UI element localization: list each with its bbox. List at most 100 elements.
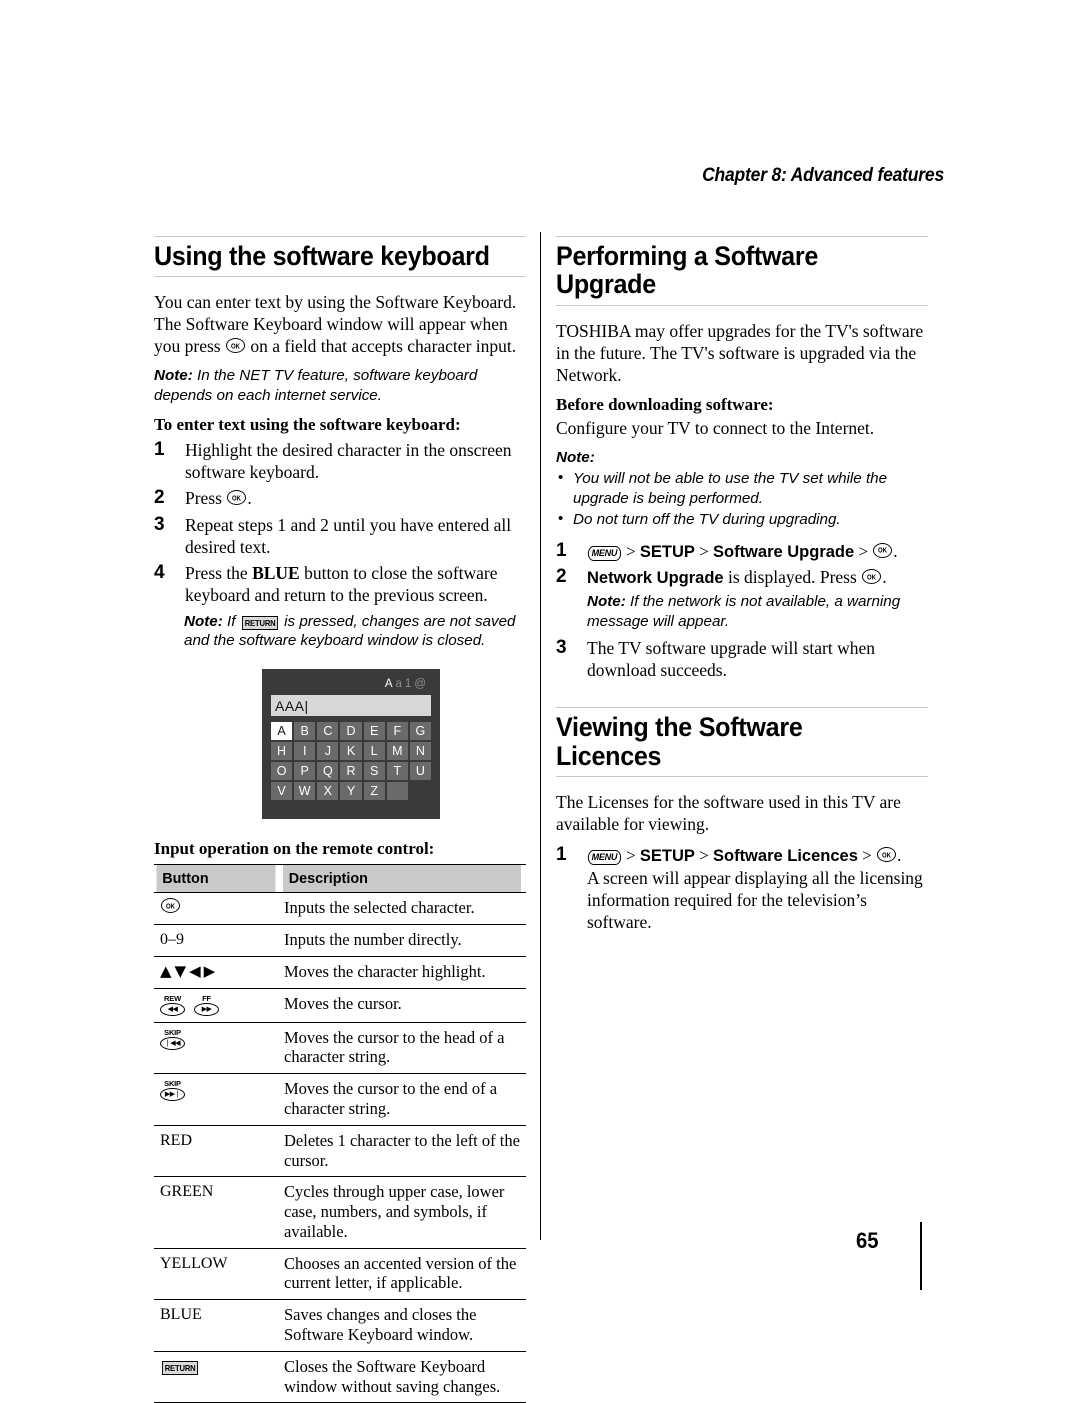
keyboard-key[interactable]: U	[409, 762, 431, 781]
keyboard-key[interactable]: E	[363, 722, 385, 741]
skip-back-glyph: ❘◀◀	[160, 1036, 185, 1050]
list-item: Do not turn off the TV during upgrading.	[556, 509, 928, 529]
keyboard-key[interactable]: R	[340, 762, 362, 781]
menu-button-icon: MENU	[587, 545, 621, 561]
keyboard-key[interactable]: C	[317, 722, 339, 741]
step-text-mid: is displayed. Press	[723, 567, 862, 588]
mode-uppercase[interactable]: A	[385, 678, 396, 690]
step-item: 1MENU > SETUP > Software Upgrade > .	[556, 540, 928, 563]
mode-lowercase[interactable]: a	[396, 678, 405, 690]
table-cell-button: REW ◀◀ FF ▶▶	[154, 988, 278, 1023]
table-cell-description: Deletes 1 character to the left of the c…	[278, 1125, 526, 1178]
section-heading-software-keyboard: Using the software keyboard	[154, 236, 526, 278]
note-label: Note:	[556, 448, 595, 466]
step2-note: Note: If the network is not available, a…	[587, 592, 928, 631]
menu-path-item: Software Upgrade	[712, 542, 855, 561]
table-cell-button: RETURN	[154, 1351, 278, 1403]
keyboard-key[interactable]: T	[386, 762, 408, 781]
keyboard-key[interactable]: M	[386, 742, 408, 761]
ok-button-icon	[227, 490, 247, 506]
step-text-before: Press the	[185, 562, 253, 583]
keyboard-key[interactable]: I	[294, 742, 316, 761]
keyboard-key[interactable]: A	[271, 722, 293, 741]
keyboard-key[interactable]: F	[386, 722, 408, 741]
table-header-row: Button Description	[154, 864, 526, 894]
keyboard-key[interactable]: P	[294, 762, 316, 781]
network-upgrade-label: Network Upgrade	[587, 569, 724, 588]
table-row: REW ◀◀ FF ▶▶ Moves the cursor.	[154, 988, 526, 1023]
remote-table-title: Input operation on the remote control:	[154, 839, 435, 859]
table-cell-description: Saves changes and closes the Software Ke…	[278, 1299, 526, 1352]
keyboard-key[interactable]: W	[294, 782, 316, 801]
step-number: 1	[556, 539, 567, 561]
keyboard-key[interactable]: N	[409, 742, 431, 761]
table-row: SKIP ▶▶❘ Moves the cursor to the end of …	[154, 1073, 526, 1126]
transport-buttons: REW ◀◀ FF ▶▶	[160, 994, 274, 1016]
table-cell-button: 0–9	[154, 924, 278, 957]
keyboard-key[interactable]: Q	[317, 762, 339, 781]
menu-path-setup: SETUP	[639, 542, 695, 561]
upgrade-intro: TOSHIBA may offer upgrades for the TV's …	[556, 320, 924, 385]
ff-button-icon: FF ▶▶	[194, 994, 219, 1016]
menu-path-setup: SETUP	[639, 847, 695, 866]
step-number: 1	[154, 439, 165, 461]
licences-steps-list: 1MENU > SETUP > Software Licences > . A …	[556, 844, 928, 933]
keyboard-key[interactable]: D	[340, 722, 362, 741]
ok-button-icon	[225, 338, 245, 354]
direction-arrows-icon: ▲▼◀▶	[160, 961, 219, 980]
step-number: 2	[154, 487, 165, 509]
keyboard-key[interactable]: K	[340, 742, 362, 761]
ok-button-icon	[161, 898, 180, 914]
step-item: 1 Highlight the desired character in the …	[154, 439, 526, 483]
keyboard-key[interactable]: O	[271, 762, 293, 781]
skip-back-label: SKIP	[164, 1027, 181, 1037]
keyboard-key[interactable]: G	[409, 722, 431, 741]
left-column: Using the software keyboard You can ente…	[154, 236, 526, 1403]
step-item: 2 Network Upgrade is displayed. Press . N…	[556, 566, 928, 631]
skip-forward-glyph: ▶▶❘	[160, 1088, 185, 1102]
ff-glyph: ▶▶	[194, 1002, 219, 1016]
table-cell-button: BLUE	[154, 1299, 278, 1352]
table-cell-description: Moves the cursor to the end of a charact…	[278, 1073, 526, 1126]
return-button-icon: RETURN	[241, 615, 278, 630]
note-text: If the network is not available, a warni…	[587, 593, 901, 630]
step-number: 3	[154, 513, 165, 535]
ok-button-icon	[876, 847, 896, 863]
document-page: Chapter 8: Advanced features Using the s…	[0, 0, 1080, 1403]
steps-list: 1 Highlight the desired character in the …	[154, 439, 526, 605]
table-cell-button: RED	[154, 1125, 278, 1178]
keyboard-text-field[interactable]: AAA|	[271, 695, 431, 717]
intro-text-after: on a field that accepts character input.	[245, 336, 517, 357]
step-item: 4 Press the BLUE button to close the soft…	[154, 562, 526, 606]
table-cell-description: Cycles through upper case, lower case, n…	[278, 1176, 526, 1249]
before-downloading-text: Configure your TV to connect to the Inte…	[556, 417, 875, 438]
table-row: GREEN Cycles through upper case, lower c…	[154, 1176, 526, 1249]
keyboard-key[interactable]: S	[363, 762, 385, 781]
keyboard-key[interactable]: L	[363, 742, 385, 761]
keyboard-key[interactable]: Z	[363, 782, 385, 801]
mode-symbols[interactable]: @	[414, 678, 429, 690]
mode-numbers[interactable]: 1	[405, 678, 414, 690]
keyboard-key[interactable]: B	[294, 722, 316, 741]
skip-forward-label: SKIP	[164, 1079, 181, 1089]
keyboard-key[interactable]: J	[317, 742, 339, 761]
ok-button-icon	[873, 542, 893, 558]
page-number: 65	[856, 1228, 879, 1253]
keyboard-key[interactable]: V	[271, 782, 293, 801]
rew-glyph: ◀◀	[160, 1002, 185, 1016]
table-row: BLUE Saves changes and closes the Softwa…	[154, 1299, 526, 1352]
rew-label: REW	[164, 993, 181, 1003]
ok-button-icon	[862, 569, 882, 585]
section-heading-label: Viewing the Software Licences	[556, 712, 803, 771]
keyboard-key[interactable]: Y	[340, 782, 362, 801]
list-item: You will not be able to use the TV set w…	[556, 468, 928, 508]
keyboard-key-space[interactable]	[386, 782, 408, 801]
keyboard-key[interactable]: H	[271, 742, 293, 761]
licences-intro: The Licenses for the software used in th…	[556, 791, 901, 834]
keyboard-key[interactable]: X	[317, 782, 339, 801]
step-item: 2 Press .	[154, 487, 526, 509]
step4-note: Note: If RETURN is pressed, changes are …	[184, 612, 526, 651]
table-cell-description: Moves the cursor to the head of a charac…	[278, 1022, 526, 1075]
table-cell-description: Closes the Software Keyboard window with…	[278, 1351, 526, 1403]
section-heading-label: Using the software keyboard	[154, 241, 490, 271]
